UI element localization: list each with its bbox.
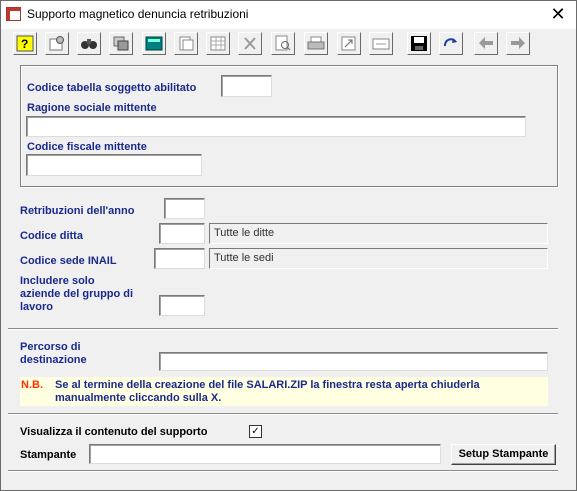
codice-tabella-input[interactable] [221, 75, 272, 97]
codice-ditta-label: Codice ditta [20, 230, 83, 242]
includere-input[interactable] [159, 295, 205, 316]
copy-records-icon [113, 36, 129, 51]
includere-label-line3: lavoro [20, 301, 54, 313]
save-button[interactable] [407, 32, 431, 55]
separator [8, 413, 558, 415]
main-window: Supporto magnetico denuncia retribuzioni… [0, 0, 577, 491]
percorso-label-line2: destinazione [20, 354, 87, 366]
window-title: Supporto magnetico denuncia retribuzioni [27, 7, 249, 21]
preferences-button[interactable] [45, 32, 69, 55]
delete-button[interactable] [238, 32, 262, 55]
form-button[interactable] [369, 32, 393, 55]
app-icon [6, 7, 21, 21]
retribuzioni-input[interactable] [164, 198, 205, 219]
retribuzioni-label: Retribuzioni dell'anno [20, 205, 135, 217]
note-box: N.B. Se al termine della creazione del f… [20, 377, 548, 406]
print-preview-button[interactable] [271, 32, 295, 55]
codice-sede-label: Codice sede INAIL [20, 255, 117, 267]
ragione-sociale-input[interactable] [26, 116, 526, 137]
codice-ditta-input[interactable] [159, 223, 205, 244]
preferences-icon [49, 36, 64, 51]
percorso-label-line1: Percorso di [20, 341, 81, 353]
separator [8, 328, 558, 330]
paste-icon [179, 36, 194, 51]
calculator-icon [145, 36, 163, 51]
codice-fiscale-input[interactable] [26, 154, 202, 176]
stampante-input[interactable] [89, 444, 441, 464]
forward-button[interactable] [506, 32, 530, 55]
calculator-button[interactable] [142, 32, 166, 55]
print-preview-icon [275, 35, 291, 51]
setup-stampante-button[interactable]: Setup Stampante [451, 444, 556, 465]
includere-label-line2: aziende del gruppo di [20, 288, 134, 300]
refresh-icon [443, 38, 457, 47]
separator [8, 470, 558, 472]
print-button[interactable] [304, 32, 328, 55]
codice-sede-description: Tutte le sedi [209, 248, 548, 269]
copy-records-button[interactable] [109, 32, 133, 55]
title-bar[interactable]: Supporto magnetico denuncia retribuzioni… [1, 1, 576, 29]
paste-button[interactable] [174, 32, 198, 55]
save-icon [411, 36, 427, 51]
nb-text: Se al termine della creazione del file S… [55, 379, 480, 404]
help-button[interactable]: ? [13, 32, 37, 55]
back-arrow-icon [479, 37, 493, 49]
codice-fiscale-label: Codice fiscale mittente [27, 141, 147, 153]
visualizza-checkbox[interactable]: ✓ [249, 425, 262, 438]
codice-tabella-label: Codice tabella soggetto abilitato [27, 82, 197, 94]
stampante-label: Stampante [20, 449, 77, 461]
printer-icon [307, 36, 325, 50]
includere-label-line1: Includere solo [20, 275, 95, 287]
codice-ditta-description: Tutte le ditte [209, 223, 548, 244]
export-icon [341, 36, 356, 51]
svg-text:?: ? [21, 37, 28, 51]
codice-sede-input[interactable] [154, 248, 205, 269]
table-grid-icon [210, 36, 226, 51]
table-button[interactable] [206, 32, 230, 55]
nb-label: N.B. [21, 379, 43, 391]
delete-icon [244, 37, 256, 50]
form-icon [372, 38, 390, 50]
forward-arrow-icon [511, 37, 525, 49]
refresh-button[interactable] [439, 32, 463, 55]
help-icon: ? [16, 35, 34, 52]
binoculars-icon [81, 39, 97, 49]
search-button[interactable] [77, 32, 101, 55]
back-button[interactable] [474, 32, 498, 55]
toolbar: ? [1, 29, 576, 60]
export-button[interactable] [337, 32, 361, 55]
visualizza-label: Visualizza il contenuto del supporto [20, 426, 208, 438]
ragione-sociale-label: Ragione sociale mittente [27, 102, 157, 114]
close-button[interactable]: ✕ [546, 3, 570, 25]
percorso-input[interactable] [159, 352, 548, 371]
